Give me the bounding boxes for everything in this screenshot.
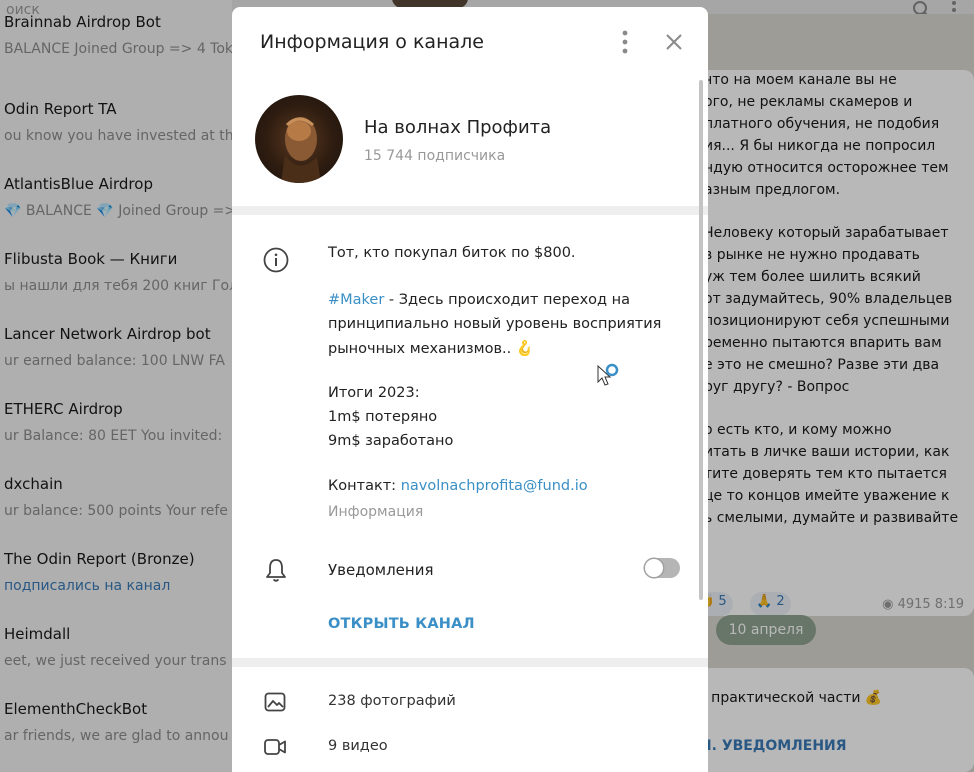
video-icon xyxy=(264,739,286,755)
description-line: 1m$ потеряно xyxy=(328,409,438,425)
description-line: принципиально новый уровень восприятия xyxy=(328,316,662,332)
section-label: Информация xyxy=(328,504,424,520)
channel-info-dialog: Информация о канале На волнах Профита 15… xyxy=(232,7,708,772)
avatar[interactable] xyxy=(255,95,343,183)
videos-row[interactable]: 9 видео xyxy=(232,731,708,767)
info-icon xyxy=(263,247,289,273)
cursor-icon xyxy=(597,363,619,386)
image-icon xyxy=(264,692,286,712)
bell-icon xyxy=(266,559,286,582)
notifications-label: Уведомления xyxy=(328,561,434,579)
description-line: #Maker - Здесь происходит переход на xyxy=(328,292,630,308)
dialog-title: Информация о канале xyxy=(260,31,484,53)
description-line: рыночных механизмов.. 🪝 xyxy=(328,341,534,357)
videos-count: 9 видео xyxy=(328,738,388,754)
section-divider xyxy=(232,658,708,667)
close-icon[interactable] xyxy=(662,30,686,54)
contact-line: Контакт: navolnachprofita@fund.io xyxy=(328,478,588,494)
contact-label: Контакт: xyxy=(328,478,401,494)
description-line: Тот, кто покупал биток по $800. xyxy=(328,245,576,261)
notifications-row[interactable]: Уведомления xyxy=(232,552,708,592)
description-text: - Здесь происходит переход на xyxy=(384,292,631,308)
contact-email-link[interactable]: navolnachprofita@fund.io xyxy=(401,478,588,494)
subscriber-count: 15 744 подписчика xyxy=(364,148,506,164)
description-line: Итоги 2023: xyxy=(328,385,420,401)
photos-row[interactable]: 238 фотографий xyxy=(232,686,708,722)
more-vertical-icon[interactable] xyxy=(614,29,636,55)
hashtag-link[interactable]: #Maker xyxy=(328,292,384,308)
section-divider xyxy=(232,206,708,215)
channel-name: На волнах Профита xyxy=(364,117,552,138)
notifications-toggle[interactable] xyxy=(644,558,680,578)
description-line: 9m$ заработано xyxy=(328,433,454,449)
scrollbar[interactable] xyxy=(699,80,703,600)
dialog-header: Информация о канале xyxy=(232,7,708,75)
photos-count: 238 фотографий xyxy=(328,693,456,709)
open-channel-button[interactable]: ОТКРЫТЬ КАНАЛ xyxy=(328,616,475,632)
channel-header: На волнах Профита 15 744 подписчика xyxy=(232,95,708,191)
